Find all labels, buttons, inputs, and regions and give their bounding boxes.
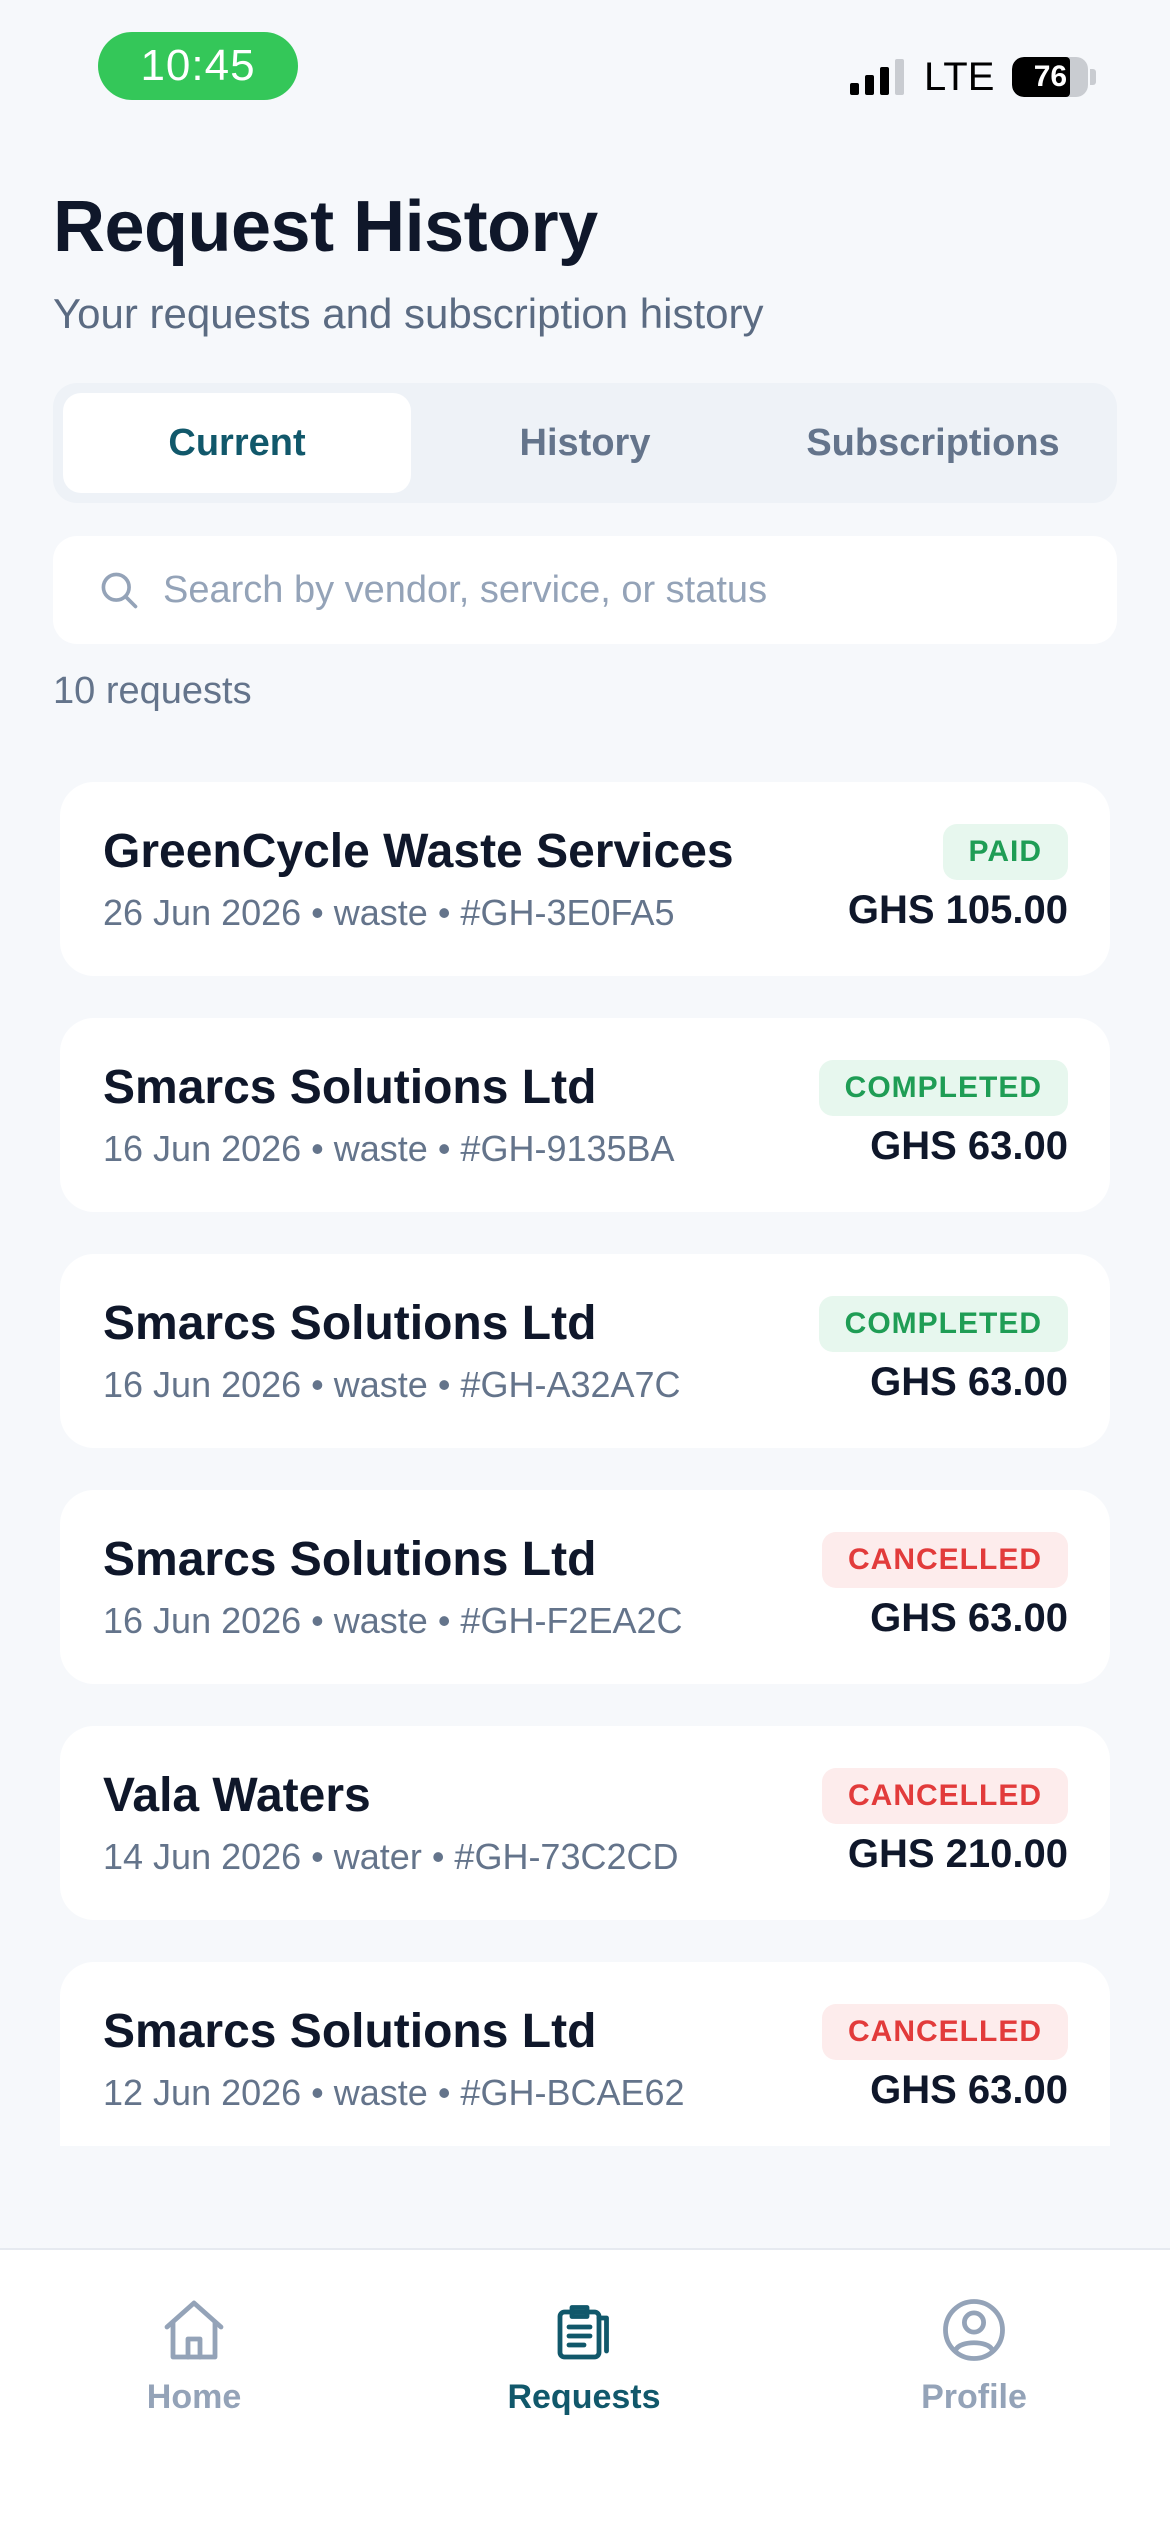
search-icon [101,572,138,609]
tab-history[interactable]: History [411,393,759,493]
status-indicators: LTE 76 [850,52,1097,102]
nav-profile[interactable]: Profile [854,2294,1094,2417]
status-badge: COMPLETED [818,1296,1068,1352]
request-card[interactable]: GreenCycle Waste Services 26 Jun 2026 • … [60,782,1110,976]
vendor-name: Smarcs Solutions Ltd [103,2005,597,2058]
status-time: 10:45 [98,32,298,100]
request-card[interactable]: Smarcs Solutions Ltd 16 Jun 2026 • waste… [60,1254,1110,1448]
home-icon [164,2300,224,2360]
vendor-name: Smarcs Solutions Ltd [103,1533,597,1586]
request-amount: GHS 210.00 [847,1832,1068,1876]
results-count: 10 requests [53,670,252,712]
request-meta: 14 Jun 2026 • water • #GH-73C2CD [103,1836,679,1877]
vendor-name: Smarcs Solutions Ltd [103,1297,597,1350]
request-meta: 26 Jun 2026 • waste • #GH-3E0FA5 [103,892,675,933]
signal-icon [850,59,904,95]
status-badge: CANCELLED [822,1768,1068,1824]
request-meta: 16 Jun 2026 • waste • #GH-F2EA2C [103,1600,683,1641]
request-card[interactable]: Vala Waters 14 Jun 2026 • water • #GH-73… [60,1726,1110,1920]
battery-cap [1090,69,1097,85]
segmented-tabs: Current History Subscriptions [53,383,1117,503]
profile-icon [943,2299,1005,2361]
request-meta: 12 Jun 2026 • waste • #GH-BCAE62 [103,2072,685,2113]
nav-home-label: Home [146,2378,242,2416]
status-badge: PAID [942,824,1068,880]
tab-subscriptions[interactable]: Subscriptions [759,393,1107,493]
vendor-name: GreenCycle Waste Services [103,825,734,878]
vendor-name: Smarcs Solutions Ltd [103,1061,597,1114]
status-badge: COMPLETED [818,1060,1068,1116]
request-amount: GHS 105.00 [847,888,1068,932]
clipboard-icon [557,2305,609,2360]
request-list: GreenCycle Waste Services 26 Jun 2026 • … [60,782,1110,2188]
tab-current[interactable]: Current [63,393,411,493]
network-type: LTE [924,54,995,99]
request-history-screen: 10:45 LTE 76 Request History Your reques… [0,0,1170,2532]
nav-requests-label: Requests [507,2378,661,2416]
request-card[interactable]: Smarcs Solutions Ltd 12 Jun 2026 • waste… [60,1962,1110,2146]
battery-level: 76 [1033,60,1068,93]
request-card[interactable]: Smarcs Solutions Ltd 16 Jun 2026 • waste… [60,1490,1110,1684]
status-badge: CANCELLED [822,2004,1068,2060]
nav-requests[interactable]: Requests [464,2294,704,2417]
status-badge: CANCELLED [822,1532,1068,1588]
search-input[interactable] [163,568,1063,612]
request-meta: 16 Jun 2026 • waste • #GH-A32A7C [103,1364,681,1405]
nav-profile-label: Profile [921,2378,1027,2416]
page-subtitle: Your requests and subscription history [53,290,764,337]
nav-home[interactable]: Home [74,2294,314,2417]
request-amount: GHS 63.00 [870,1360,1068,1404]
request-meta: 16 Jun 2026 • waste • #GH-9135BA [103,1128,675,1169]
bottom-nav: Home Requests Profile [0,2248,1170,2532]
vendor-name: Vala Waters [103,1769,371,1822]
page-title: Request History [53,187,598,267]
battery-icon: 76 [1012,57,1089,97]
request-amount: GHS 63.00 [870,2068,1068,2112]
search-bar[interactable] [53,536,1117,644]
request-card[interactable]: Smarcs Solutions Ltd 16 Jun 2026 • waste… [60,1018,1110,1212]
request-amount: GHS 63.00 [870,1596,1068,1640]
request-amount: GHS 63.00 [870,1124,1068,1168]
